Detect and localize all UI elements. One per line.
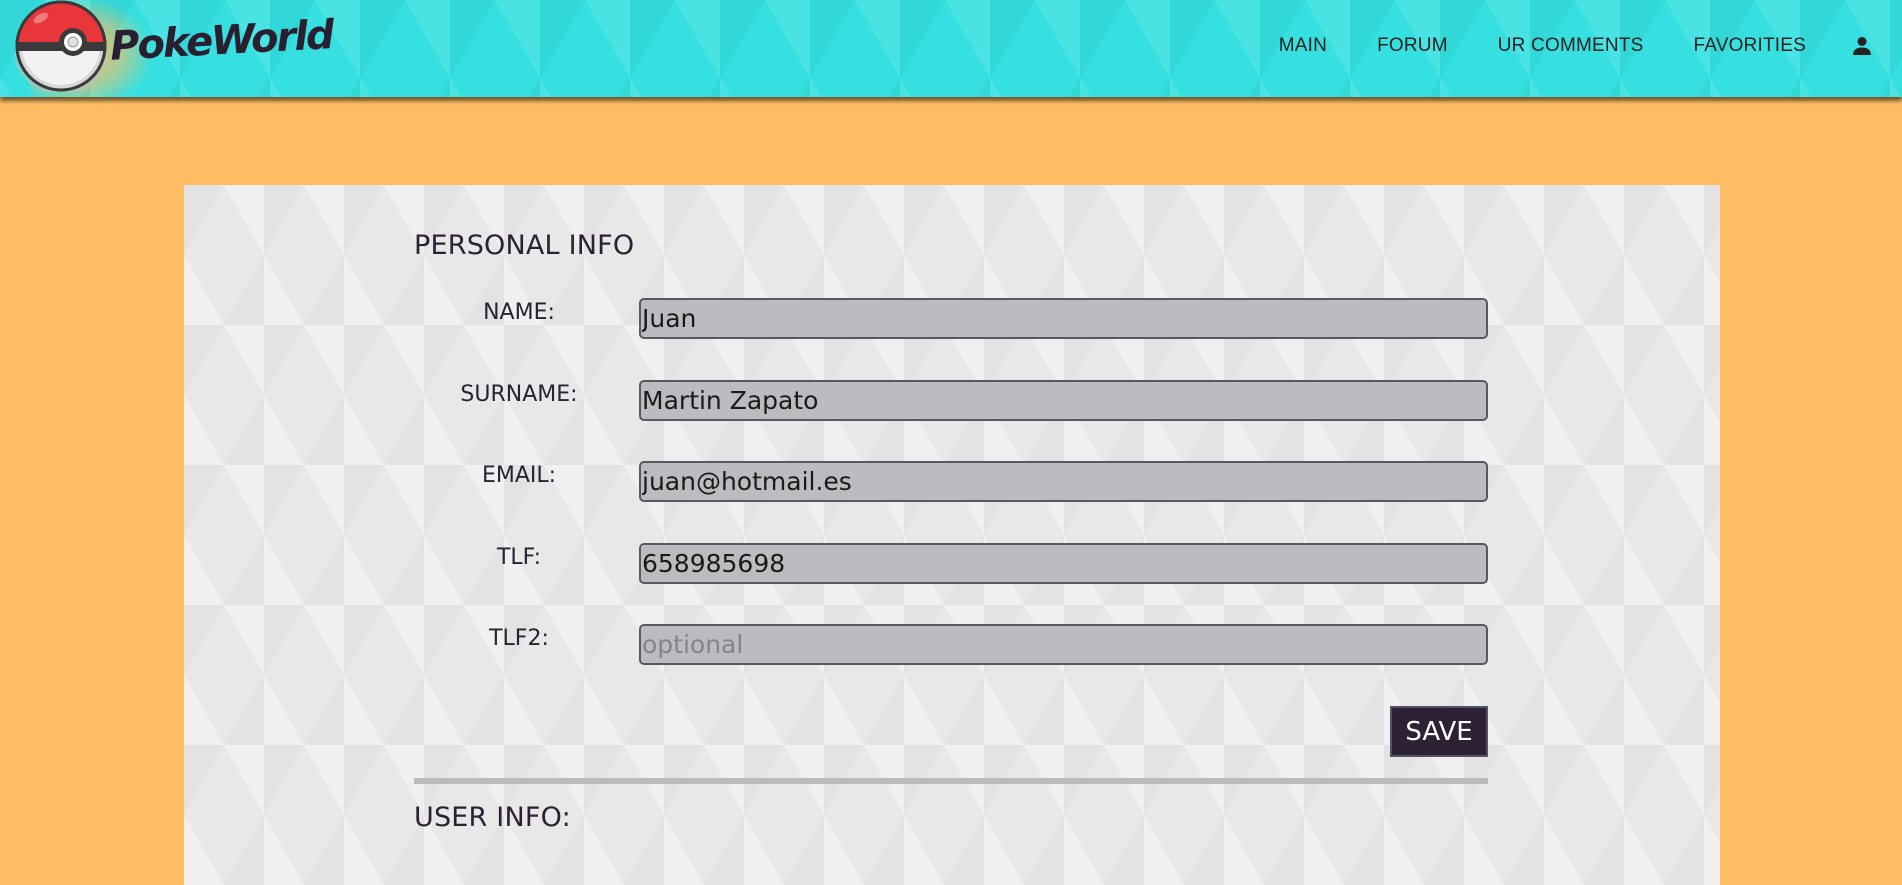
nav-item-ur-comments[interactable]: UR COMMENTS: [1498, 35, 1644, 57]
nav-item-forum[interactable]: FORUM: [1377, 35, 1448, 57]
personal-info-title: PERSONAL INFO: [414, 230, 635, 261]
tlf2-label: TLF2:: [489, 626, 549, 651]
surname-label: SURNAME:: [460, 382, 578, 407]
tlf-input[interactable]: [639, 543, 1488, 584]
surname-input[interactable]: [639, 380, 1488, 421]
tlf-row: TLF:: [414, 543, 1490, 584]
nav-item-favorities[interactable]: FAVORITIES: [1693, 35, 1806, 57]
email-input[interactable]: [639, 461, 1488, 502]
save-button[interactable]: SAVE: [1390, 706, 1488, 757]
section-divider: [414, 778, 1488, 784]
nav-item-main[interactable]: MAIN: [1279, 35, 1327, 57]
user-icon[interactable]: [1850, 34, 1874, 58]
email-label: EMAIL:: [481, 463, 557, 488]
email-row: EMAIL:: [414, 461, 1490, 502]
user-info-title: USER INFO:: [414, 802, 571, 833]
pokeball-logo-icon[interactable]: [15, 0, 107, 92]
top-navbar: PokeWorld MAIN FORUM UR COMMENTS FAVORIT…: [0, 0, 1902, 97]
name-label: NAME:: [483, 300, 555, 325]
name-input[interactable]: [639, 298, 1488, 339]
surname-row: SURNAME:: [414, 380, 1490, 421]
main-nav: MAIN FORUM UR COMMENTS FAVORITIES: [1279, 0, 1902, 92]
tlf-label: TLF:: [496, 545, 542, 570]
name-row: NAME:: [414, 298, 1490, 339]
tlf2-input[interactable]: [639, 624, 1488, 665]
profile-card: PERSONAL INFO NAME: SURNAME: EMAIL: TLF:…: [184, 185, 1720, 885]
tlf2-row: TLF2:: [414, 624, 1490, 665]
